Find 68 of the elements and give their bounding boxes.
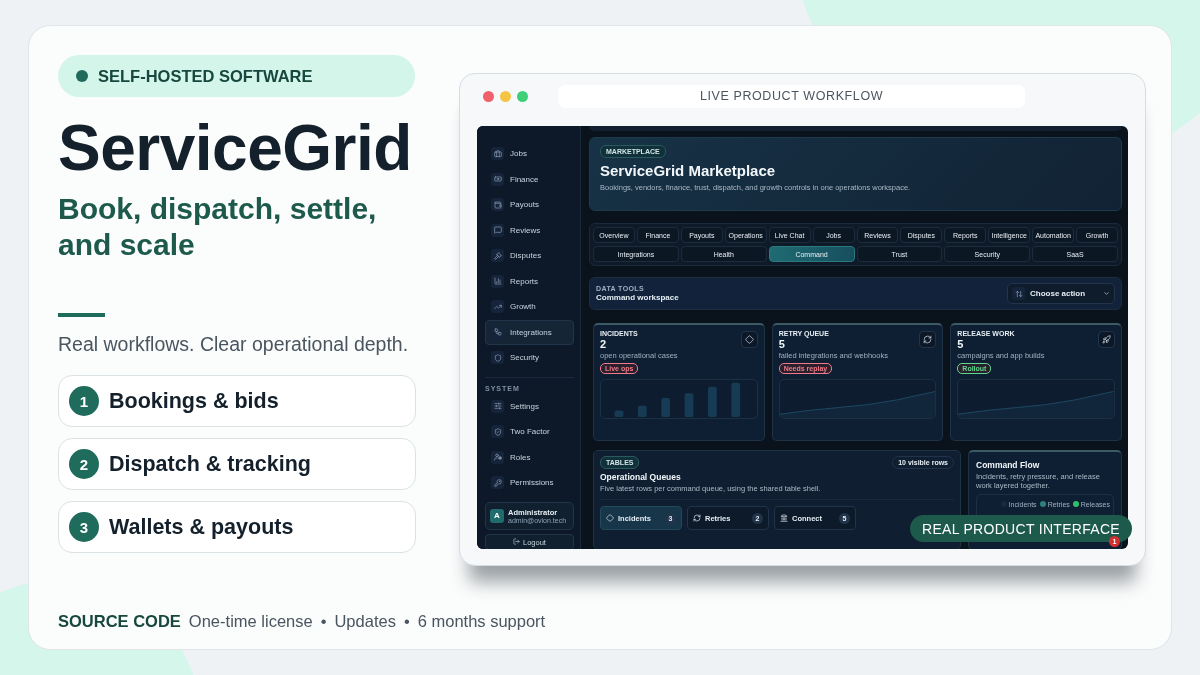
close-dot-icon — [483, 90, 494, 102]
sidebar-item[interactable]: Settings — [485, 393, 574, 419]
sidebar-item[interactable]: Jobs — [485, 141, 574, 167]
rocket-icon — [1102, 335, 1111, 344]
stat-value: 5 — [778, 338, 785, 350]
diamond-button[interactable] — [740, 331, 758, 348]
nodes-icon — [491, 325, 504, 339]
dot-icon — [76, 70, 88, 82]
step-number: 2 — [69, 449, 99, 480]
action-select[interactable]: Choose action — [1007, 283, 1115, 304]
sidebar-item[interactable]: Permissions — [485, 470, 574, 496]
toolbar-title: Command workspace — [596, 293, 679, 302]
sidebar-item[interactable]: Integrations — [485, 319, 574, 345]
footer-item: 6 months support — [417, 612, 546, 631]
sidebar-item[interactable]: Finance — [485, 166, 574, 192]
product-title: ServiceGrid — [58, 113, 413, 184]
key-icon — [491, 476, 504, 490]
refresh-button[interactable] — [919, 331, 937, 348]
footer-label: SOURCE CODE — [58, 612, 181, 631]
minimize-dot-icon — [500, 90, 511, 102]
gavel-icon — [491, 249, 504, 263]
refresh-icon — [693, 514, 701, 522]
bank-icon — [780, 514, 788, 522]
feature-label: Dispatch & tracking — [109, 451, 311, 477]
sidebar-item[interactable]: Roles — [485, 444, 574, 470]
sidebar-item[interactable]: Disputes — [485, 243, 574, 269]
page-title: ServiceGrid Marketplace — [600, 162, 777, 179]
rocket-button[interactable] — [1098, 331, 1115, 348]
badge-label: SELF-HOSTED SOFTWARE — [98, 66, 313, 86]
shield-icon — [491, 351, 504, 365]
bar-chart-icon — [491, 274, 504, 288]
separator-dot: • — [403, 612, 410, 631]
stat-value: 5 — [957, 338, 964, 350]
avatar: A — [490, 508, 504, 523]
address-bar: LIVE PRODUCT WORKFLOW — [558, 84, 1025, 108]
feature-label: Bookings & bids — [109, 388, 279, 414]
step-number: 1 — [69, 386, 99, 417]
message-square-icon — [491, 223, 504, 237]
footer-item: One-time license — [188, 612, 313, 631]
sidebar-item[interactable]: Two Factor — [485, 419, 574, 445]
chevron-down-icon — [1103, 290, 1110, 297]
flow-title: Command Flow — [976, 460, 1041, 470]
step-number: 3 — [69, 512, 99, 543]
stat-value: 2 — [600, 338, 607, 350]
sidebar-item[interactable]: Payouts — [485, 192, 574, 218]
sidebar-item[interactable]: Security — [485, 345, 574, 371]
sidebar-item[interactable]: Reviews — [485, 217, 574, 243]
sort-icon — [1012, 287, 1025, 300]
separator-dot: • — [320, 612, 327, 631]
wallet-icon — [491, 198, 504, 212]
section-title: Operational Queues — [600, 472, 682, 482]
feature-label: Wallets & payouts — [109, 514, 294, 540]
logout-icon — [513, 537, 520, 545]
sliders-icon — [491, 399, 504, 413]
diamond-icon — [744, 335, 754, 344]
maximize-dot-icon — [517, 90, 528, 102]
sidebar-item[interactable]: Reports — [485, 268, 574, 294]
briefcase-icon — [491, 147, 504, 161]
shield-check-icon — [491, 425, 504, 439]
refresh-icon — [923, 335, 933, 344]
product-subtitle: Book, dispatch, settle, and scale — [58, 191, 378, 264]
user-gear-icon — [491, 450, 504, 464]
trend-icon — [491, 300, 504, 314]
tagline: Real workflows. Clear operational depth. — [58, 333, 410, 357]
sidebar-item[interactable]: Growth — [485, 294, 574, 320]
footer-item: Updates — [334, 612, 396, 631]
diamond-icon — [606, 514, 614, 522]
banknote-icon — [491, 172, 504, 186]
